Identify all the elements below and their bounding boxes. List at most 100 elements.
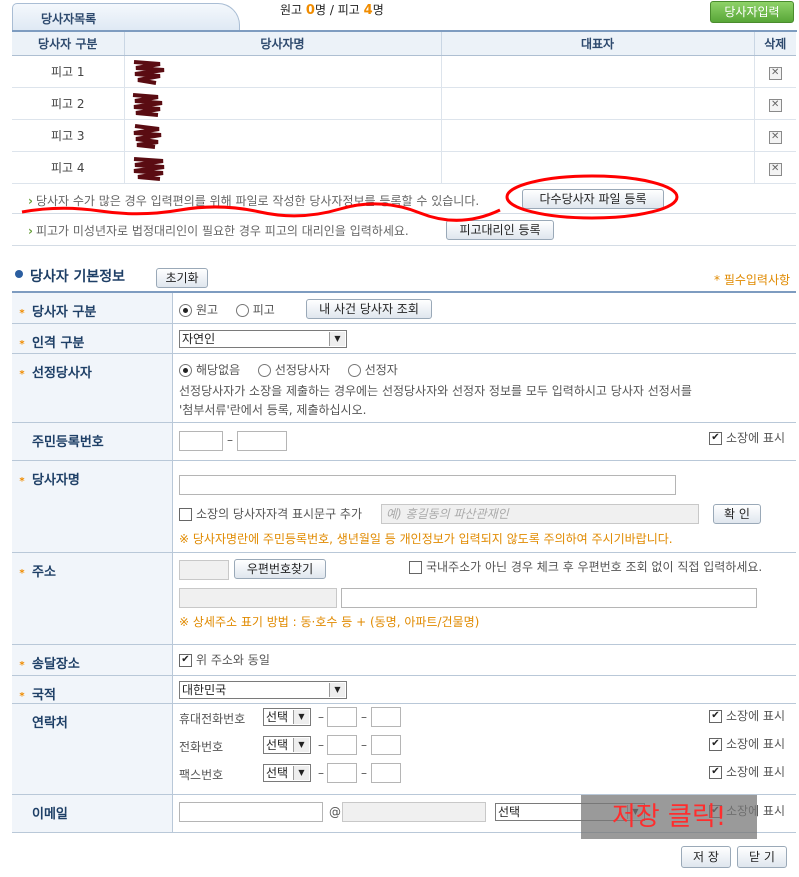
dash: –	[361, 737, 367, 752]
radio-defendant[interactable]	[235, 304, 249, 317]
delivery-same-checkbox[interactable]: ✔	[179, 653, 192, 667]
dash: –	[361, 709, 367, 724]
phone-mid-input[interactable]	[327, 734, 357, 755]
zipcode-search-button[interactable]: 우편번호찾기	[234, 558, 326, 579]
chevron-down-icon: ▼	[329, 682, 345, 697]
rrn-show-option: ✔ 소장에 표시	[709, 429, 785, 446]
email-at: @	[329, 804, 341, 819]
qualifier-input[interactable]: 예) 홍길동의 파산관재인	[381, 503, 699, 524]
chevron-down-icon: ▼	[293, 765, 309, 780]
phone-show-option: ✔ 소장에 표시	[709, 735, 785, 752]
basic-info-title: 당사자 기본정보	[30, 269, 126, 285]
mobile-show-label: 소장에 표시	[726, 708, 786, 723]
party-type-radio-group: 원고 피고	[179, 301, 275, 318]
fax-prefix-value: 선택	[266, 765, 289, 780]
foreign-address-option: 국내주소가 아닌 경우 체크 후 우편번호 조회 없이 직접 입력하세요.	[409, 558, 762, 575]
radio-none[interactable]	[179, 363, 192, 377]
radio-selected-party[interactable]	[257, 363, 271, 377]
row-address: * 주소 우편번호찾기 국내주소가 아닌 경우 체크 후 우편번호 조회 없이 직…	[12, 552, 796, 644]
radio-none-label: 해당없음	[196, 362, 241, 377]
required-star: *	[19, 567, 25, 579]
phone-show-checkbox[interactable]: ✔	[709, 737, 722, 751]
mobile-show-option: ✔ 소장에 표시	[709, 707, 785, 724]
selected-party-radio-group: 해당없음 선정당사자 선정자	[179, 361, 398, 378]
phone-label: 전화번호	[179, 739, 224, 754]
foreign-address-label: 국내주소가 아닌 경우 체크 후 우편번호 조회 없이 직접 입력하세요.	[426, 559, 763, 574]
selected-party-note-1: 선정당사자가 소장을 제출하는 경우에는 선정당사자와 선정자 정보를 모두 입…	[179, 383, 692, 398]
radio-defendant-label: 피고	[252, 303, 275, 317]
radio-plaintiff[interactable]	[179, 304, 192, 317]
rrn-label-text: 주민등록번호	[32, 434, 104, 450]
basic-info-form: * 당사자 구분 원고 피고 내 사건 당사자 조회 * 인격 구분 자연인 ▼ *…	[12, 291, 796, 833]
email-label-text: 이메일	[32, 806, 68, 822]
email-id-input[interactable]	[179, 801, 323, 822]
mobile-prefix-select[interactable]: 선택 ▼	[263, 707, 311, 726]
fax-label: 팩스번호	[179, 767, 224, 782]
phone-show-label: 소장에 표시	[726, 736, 786, 751]
confirm-button[interactable]: 확 인	[713, 503, 761, 524]
reset-button[interactable]: 초기화	[156, 268, 208, 288]
fax-show-checkbox[interactable]: ✔	[709, 765, 722, 779]
radio-selector-label: 선정자	[364, 362, 398, 377]
rrn-show-checkbox[interactable]: ✔	[709, 431, 722, 445]
selected-party-label-text: 선정당사자	[32, 365, 92, 381]
detail-address-input[interactable]	[341, 587, 757, 608]
contact-label: 연락처	[12, 703, 173, 794]
address-label: * 주소	[12, 552, 173, 644]
required-star: *	[19, 690, 25, 702]
required-star: *	[19, 338, 25, 350]
row-selected-party: * 선정당사자 해당없음 선정당사자 선정자 선정당사자가 소장을 제출하는 경우…	[12, 353, 796, 422]
contact-label-text: 연락처	[32, 715, 68, 731]
fax-prefix-select[interactable]: 선택 ▼	[263, 763, 311, 782]
phone-prefix-select[interactable]: 선택 ▼	[263, 735, 311, 754]
zipcode-input[interactable]	[179, 559, 229, 580]
nationality-label-text: 국적	[32, 687, 56, 703]
required-star: *	[19, 659, 25, 671]
phone-prefix-value: 선택	[266, 737, 289, 752]
person-type-select[interactable]: 자연인 ▼	[179, 329, 347, 348]
delivery-same-label: 위 주소와 동일	[196, 652, 270, 667]
rrn-back-input[interactable]	[237, 430, 287, 451]
delivery-same-option: ✔ 위 주소와 동일	[179, 651, 270, 668]
required-note: * 필수입력사항	[714, 273, 791, 287]
party-type-label: * 당사자 구분	[12, 292, 173, 323]
radio-selector[interactable]	[347, 363, 361, 377]
address-note: ※ 상세주소 표기 방법 : 동·호수 등 + (동명, 아파트/건물명)	[179, 614, 480, 629]
delivery-label-text: 송달장소	[32, 656, 80, 672]
person-type-label: * 인격 구분	[12, 323, 173, 353]
close-button[interactable]: 닫 기	[737, 846, 787, 868]
qualifier-checkbox[interactable]	[179, 507, 192, 521]
mobile-last-input[interactable]	[371, 706, 401, 727]
red-circle	[505, 174, 679, 220]
nationality-select[interactable]: 대한민국 ▼	[179, 680, 347, 699]
email-domain-input[interactable]	[342, 801, 486, 822]
radio-plaintiff-label: 원고	[196, 303, 219, 317]
email-domain-value: 선택	[498, 804, 521, 819]
fax-show-option: ✔ 소장에 표시	[709, 763, 785, 780]
fax-mid-input[interactable]	[327, 762, 357, 783]
dash: –	[318, 765, 324, 780]
required-star: *	[19, 308, 25, 319]
chevron-down-icon: ▼	[329, 331, 345, 346]
radio-selected-party-label: 선정당사자	[274, 362, 331, 377]
save-button[interactable]: 저 장	[681, 846, 731, 868]
selected-party-note-2: '첨부서류'란에서 등록, 제출하십시오.	[179, 402, 367, 417]
rrn-front-input[interactable]	[179, 430, 223, 451]
mobile-show-checkbox[interactable]: ✔	[709, 709, 722, 723]
qualifier-option: 소장의 당사자자격 표시문구 추가	[179, 505, 362, 522]
phone-last-input[interactable]	[371, 734, 401, 755]
mobile-mid-input[interactable]	[327, 706, 357, 727]
foreign-address-checkbox[interactable]	[409, 560, 422, 574]
qualifier-label: 소장의 당사자자격 표시문구 추가	[196, 506, 363, 521]
required-star: *	[19, 368, 25, 380]
fax-last-input[interactable]	[371, 762, 401, 783]
base-address-input[interactable]	[179, 587, 337, 608]
my-case-party-lookup-button[interactable]: 내 사건 당사자 조회	[306, 299, 432, 319]
party-name-input[interactable]	[179, 474, 676, 495]
row-delivery: * 송달장소 ✔ 위 주소와 동일	[12, 644, 796, 675]
row-party-type: * 당사자 구분 원고 피고 내 사건 당사자 조회	[12, 292, 796, 323]
selected-party-label: * 선정당사자	[12, 353, 173, 422]
chevron-down-icon: ▼	[293, 737, 309, 752]
address-label-text: 주소	[32, 564, 56, 580]
email-label: 이메일	[12, 794, 173, 832]
